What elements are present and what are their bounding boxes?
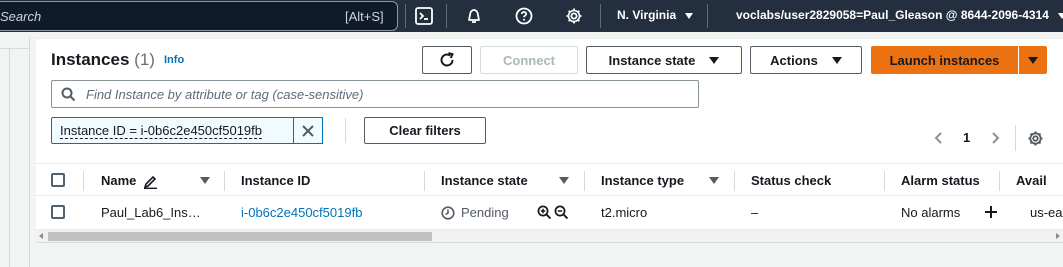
zoom-in-icon[interactable] [537,205,552,220]
caret-down-icon [1028,56,1038,64]
nav-divider [405,4,406,28]
nav-divider [707,4,708,28]
filter-token[interactable]: Instance ID = i-0b6c2e450cf5019fb [51,117,295,144]
clear-filters-label: Clear filters [389,123,461,138]
find-instance-placeholder: Find Instance by attribute or tag (case-… [86,87,364,102]
column-divider [83,171,84,191]
column-header-status-check[interactable]: Status check [751,173,831,188]
scrollbar-thumb[interactable] [48,232,432,241]
column-header-instance-state[interactable]: Instance state [441,173,528,188]
cell-status-check: – [751,205,759,220]
region-selector[interactable]: N. Virginia [617,8,694,22]
column-divider [999,171,1000,191]
horizontal-scrollbar[interactable] [36,229,1063,242]
cell-alarm-status: No alarms [901,205,961,220]
next-page-icon[interactable] [988,131,1002,145]
find-instance-input[interactable]: Find Instance by attribute or tag (case-… [51,80,699,108]
scroll-right-arrow-icon[interactable] [1056,233,1060,239]
cloudshell-icon[interactable] [414,6,434,26]
actions-label: Actions [770,52,818,68]
caret-down-icon [831,56,842,64]
column-header-alarm-status[interactable]: Alarm status [901,173,980,188]
column-divider [584,171,585,191]
instance-state-dropdown[interactable]: Instance state [586,46,742,74]
column-divider [734,171,735,191]
preferences-gear-icon[interactable] [1027,130,1044,147]
side-navigation-edge [0,48,10,267]
chevron-down-icon [685,12,694,19]
filter-token-label: Instance ID = i-0b6c2e450cf5019fb [60,123,263,139]
page-number[interactable]: 1 [963,130,970,145]
nav-divider [446,4,447,28]
instances-title: Instances [51,50,130,69]
column-header-instance-type[interactable]: Instance type [601,173,684,188]
cell-name: Paul_Lab6_Ins… [101,205,201,220]
split-panel-footer [36,242,1063,267]
actions-dropdown[interactable]: Actions [750,46,862,74]
page-title: Instances (1) [51,50,155,70]
sort-caret-icon[interactable] [200,177,210,184]
close-icon [302,124,314,137]
search-input[interactable]: Search [Alt+S] [0,1,398,31]
notifications-bell-icon[interactable] [464,6,484,26]
settings-gear-icon[interactable] [564,6,584,26]
side-navigation-divider [0,48,30,49]
table-row[interactable]: Paul_Lab6_Ins… i-0b6c2e450cf5019fb Pendi… [36,197,1063,228]
column-header-instance-id[interactable]: Instance ID [241,173,310,188]
clear-filters-button[interactable]: Clear filters [364,117,486,144]
chevron-down-icon [1058,12,1063,19]
search-placeholder: Search [0,9,42,24]
top-navigation-bar: Search [Alt+S] N. Virginia voclabs/user2… [0,0,1063,32]
filter-divider [345,118,346,143]
add-alarm-plus-icon[interactable] [984,205,998,219]
column-header-availability-zone[interactable]: Avail [1016,173,1047,188]
select-all-checkbox[interactable] [51,173,65,187]
connect-label: Connect [503,52,555,68]
search-icon [61,87,76,102]
account-label: voclabs/user2829058=Paul_Gleason @ 8644-… [736,8,1049,22]
region-label: N. Virginia [617,8,677,22]
account-menu[interactable]: voclabs/user2829058=Paul_Gleason @ 8644-… [736,8,1063,22]
remove-filter-button[interactable] [293,117,323,144]
scroll-left-arrow-icon[interactable] [39,233,43,239]
cell-instance-type: t2.micro [601,205,648,220]
caret-down-icon [709,56,720,64]
column-divider [884,171,885,191]
column-header-name[interactable]: Name [101,173,136,188]
cell-availability-zone: us-ea [1030,205,1063,220]
pager-divider [1015,125,1016,151]
instance-state-label: Instance state [608,52,696,68]
column-divider [424,171,425,191]
pending-clock-icon [441,206,455,220]
row-checkbox[interactable] [51,205,65,219]
refresh-button[interactable] [422,46,472,74]
info-link[interactable]: Info [164,54,184,66]
sort-caret-icon[interactable] [559,177,569,184]
cell-instance-id-link[interactable]: i-0b6c2e450cf5019fb [241,205,362,220]
previous-page-icon[interactable] [932,131,946,145]
launch-instances-label: Launch instances [889,52,1000,68]
edit-pencil-icon [143,175,157,189]
zoom-out-icon[interactable] [554,205,569,220]
column-divider [224,171,225,191]
launch-instances-dropdown[interactable] [1019,46,1047,74]
sort-caret-icon[interactable] [709,177,719,184]
help-icon[interactable] [514,6,534,26]
nav-divider [600,4,601,28]
refresh-icon [440,52,454,67]
connect-button[interactable]: Connect [480,46,578,74]
table-header: Name Instance ID Instance state Instance… [36,163,1063,196]
instances-count: (1) [134,50,155,69]
search-shortcut-hint: [Alt+S] [345,9,384,24]
cell-instance-state: Pending [461,205,509,220]
launch-instances-button[interactable]: Launch instances [871,46,1018,74]
